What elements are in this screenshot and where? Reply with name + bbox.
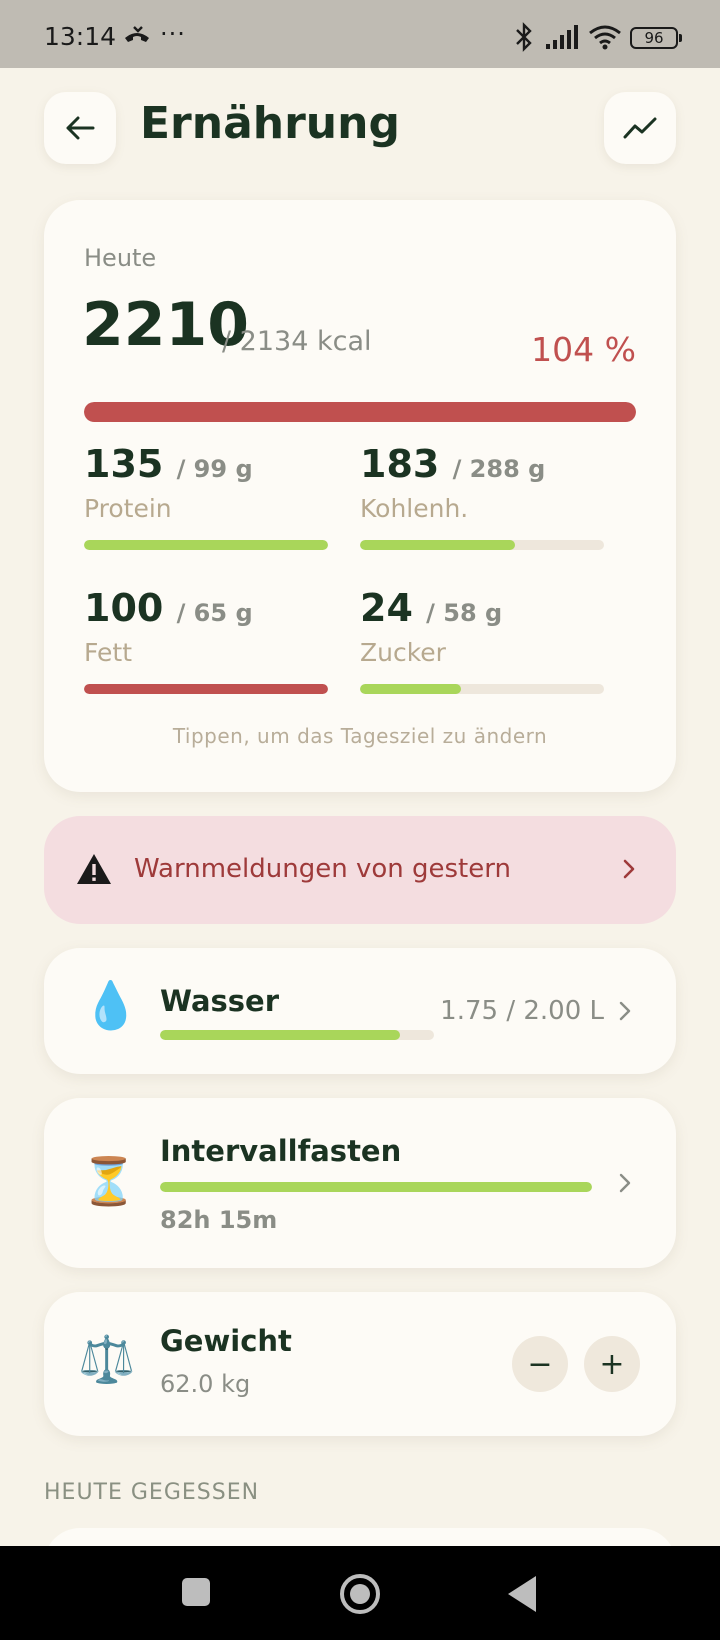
bluetooth-icon: [516, 22, 532, 52]
water-drop-icon: 💧: [82, 978, 140, 1032]
back-button[interactable]: [44, 92, 116, 164]
kcal-goal: / 2134 kcal: [222, 326, 372, 357]
water-amount: 1.75 / 2.00 L: [440, 996, 604, 1026]
weight-card[interactable]: ⚖️ Gewicht 62.0 kg − +: [44, 1292, 676, 1436]
macro-goal: / 99 g: [176, 455, 253, 483]
scale-icon: ⚖️: [78, 1332, 136, 1386]
macro-name: Kohlenh.: [360, 494, 469, 523]
trend-line-icon: [623, 117, 657, 139]
trends-button[interactable]: [604, 92, 676, 164]
home-button[interactable]: [340, 1574, 380, 1614]
weight-decrease-button[interactable]: −: [512, 1336, 568, 1392]
water-progress-fill: [160, 1030, 400, 1040]
weight-value: 62.0 kg: [160, 1370, 251, 1398]
status-more-dots: ···: [160, 20, 186, 48]
macro-value: 183: [360, 442, 440, 486]
macro-name: Fett: [84, 638, 132, 667]
change-goal-hint: Tippen, um das Tagesziel zu ändern: [172, 724, 548, 748]
battery-indicator: 96: [630, 27, 682, 49]
status-bar: 13:14 ··· 96: [0, 0, 720, 68]
fasting-title: Intervallfasten: [160, 1134, 402, 1168]
status-time: 13:14: [44, 22, 117, 51]
fasting-progress-bar: [160, 1182, 592, 1192]
macro-value: 100: [84, 586, 164, 630]
chevron-right-icon: [619, 1001, 631, 1021]
fasting-elapsed: 82h 15m: [160, 1206, 278, 1234]
macro-progress-fill: [360, 540, 515, 550]
chevron-right-icon: [623, 859, 635, 879]
eaten-today-heading: HEUTE GEGESSEN: [44, 1480, 260, 1505]
macro-goal: / 58 g: [426, 599, 503, 627]
macro-progress-bar: [360, 540, 604, 550]
macro-name: Protein: [84, 494, 172, 523]
fasting-progress-fill: [160, 1182, 592, 1192]
wifi-icon: [589, 25, 621, 50]
kcal-progress-bar: [84, 402, 636, 422]
kcal-percent: 104 %: [531, 330, 636, 369]
macro-progress-fill: [360, 684, 462, 694]
fasting-card[interactable]: ⏳ Intervallfasten 82h 15m: [44, 1098, 676, 1268]
warning-triangle-icon: [77, 854, 111, 884]
page-title: Ernährung: [140, 98, 400, 149]
daily-summary-card[interactable]: Heute 2210 / 2134 kcal 104 % 135 / 99 g …: [44, 200, 676, 792]
macro-goal: / 65 g: [176, 599, 253, 627]
macro-progress-bar: [84, 684, 328, 694]
macro-value: 135: [84, 442, 164, 486]
water-progress-bar: [160, 1030, 434, 1040]
macro-goal: / 288 g: [452, 455, 546, 483]
macro-progress-bar: [84, 540, 328, 550]
recent-apps-button[interactable]: [182, 1578, 210, 1606]
today-label: Heute: [84, 244, 157, 272]
macro-progress-fill: [84, 684, 328, 694]
water-card[interactable]: 💧 Wasser 1.75 / 2.00 L: [44, 948, 676, 1074]
signal-icon: [546, 25, 578, 49]
kcal-progress-fill: [84, 402, 636, 422]
macro-progress-bar: [360, 684, 604, 694]
warnings-card[interactable]: Warnmeldungen von gestern: [44, 816, 676, 924]
weight-title: Gewicht: [160, 1324, 292, 1358]
call-forward-icon: [125, 26, 149, 42]
macro-sugar: 24 / 58 g Zucker: [360, 586, 604, 694]
system-back-button[interactable]: [508, 1576, 536, 1612]
macro-fat: 100 / 65 g Fett: [84, 586, 328, 694]
weight-increase-button[interactable]: +: [584, 1336, 640, 1392]
macro-name: Zucker: [360, 638, 446, 667]
macro-value: 24: [360, 586, 413, 630]
macro-carbs: 183 / 288 g Kohlenh.: [360, 442, 604, 550]
macro-progress-fill: [84, 540, 328, 550]
macro-protein: 135 / 99 g Protein: [84, 442, 328, 550]
water-title: Wasser: [160, 984, 280, 1018]
chevron-right-icon: [619, 1173, 631, 1193]
arrow-left-icon: [66, 116, 95, 140]
hourglass-icon: ⏳: [80, 1154, 138, 1208]
warnings-label: Warnmeldungen von gestern: [134, 854, 511, 884]
